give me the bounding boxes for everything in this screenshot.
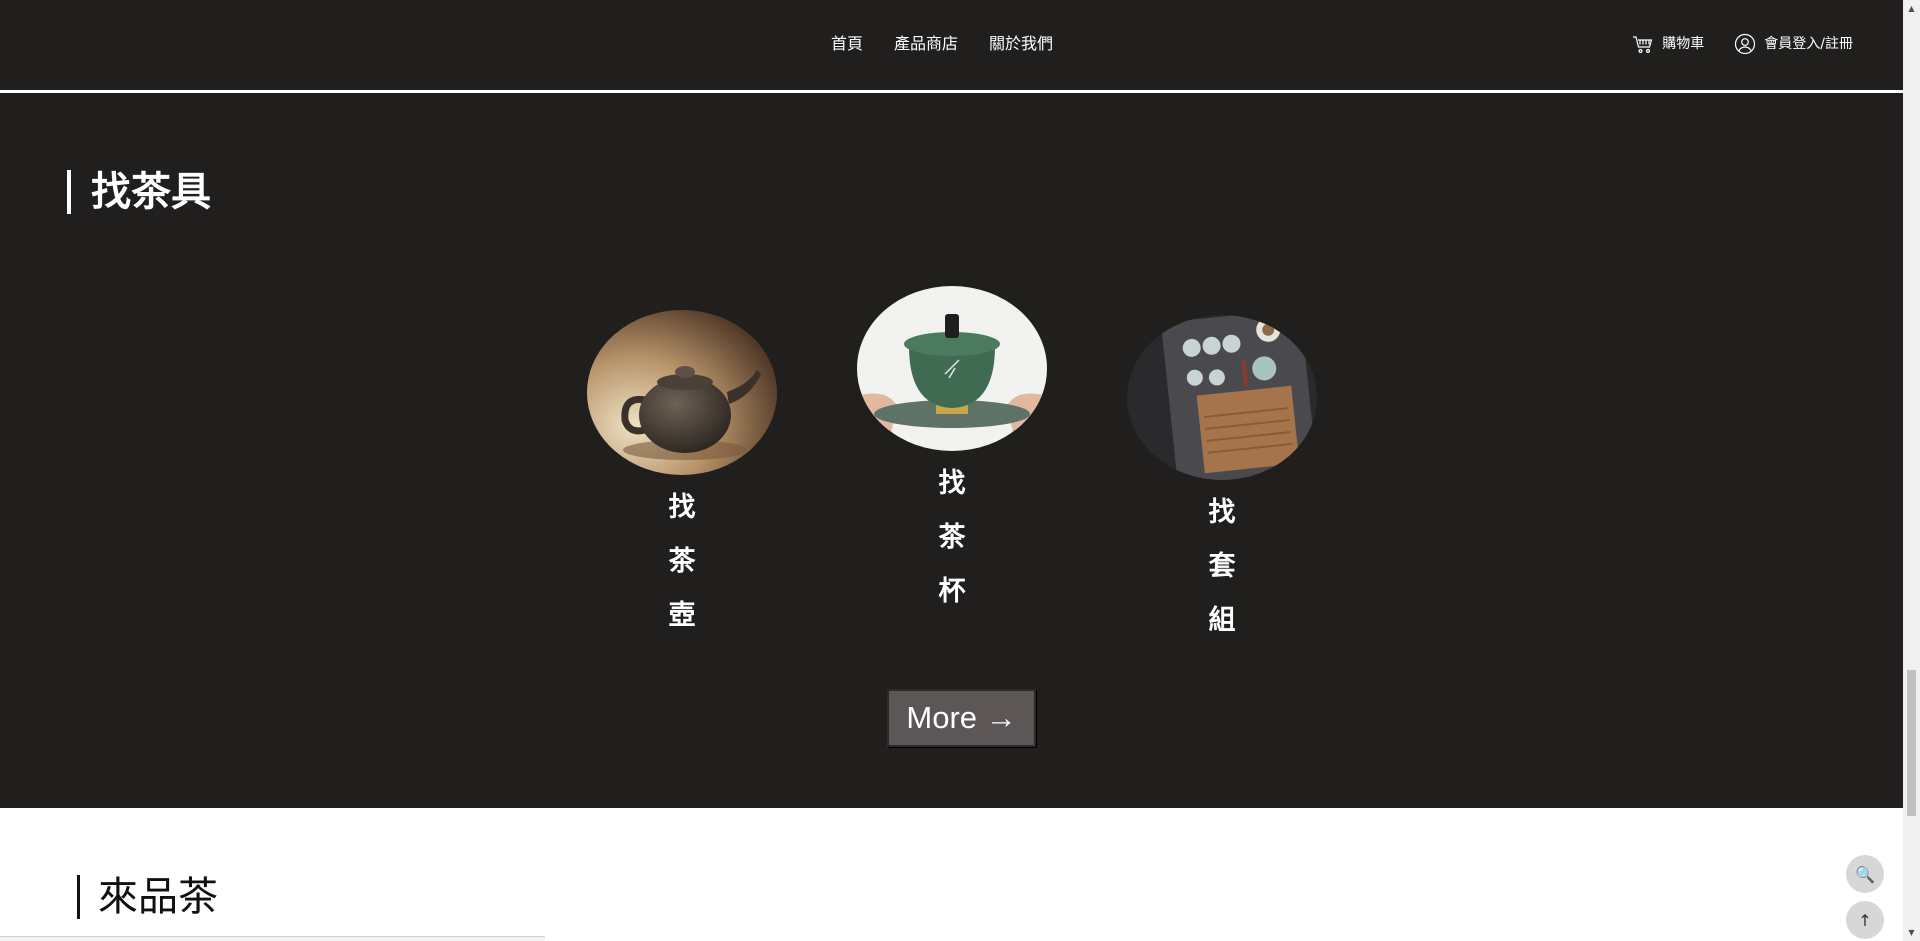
heading-accent-bar <box>67 170 71 214</box>
category-label[interactable]: 找茶杯 <box>937 457 967 619</box>
tea-section-heading: 來品茶 <box>77 875 218 919</box>
page-scrollbar[interactable]: ▲ ▼ <box>1903 0 1920 941</box>
tea-set-image[interactable] <box>1127 315 1317 480</box>
login-button[interactable]: 會員登入/註冊 <box>1734 33 1853 55</box>
section-title: 來品茶 <box>98 874 218 920</box>
cart-label: 購物車 <box>1662 36 1705 52</box>
main-nav: 首頁 產品商店 關於我們 <box>831 33 1053 55</box>
tea-tools-heading: 找茶具 <box>67 170 211 214</box>
scroll-up-arrow-icon[interactable]: ▲ <box>1903 0 1920 17</box>
category-tea-set[interactable]: 找套組 <box>1127 315 1317 648</box>
category-teapot[interactable]: 找茶壺 <box>587 310 777 643</box>
nav-home[interactable]: 首頁 <box>831 33 863 55</box>
login-label: 會員登入/註冊 <box>1764 36 1853 52</box>
arrow-up-icon: ↑ <box>1858 910 1872 930</box>
more-button[interactable]: More → <box>887 689 1036 747</box>
category-label[interactable]: 找茶壺 <box>667 481 697 643</box>
search-icon: 🔍 <box>1855 864 1875 884</box>
category-label[interactable]: 找套組 <box>1207 486 1237 648</box>
header-actions: 購物車 會員登入/註冊 <box>1632 33 1853 55</box>
search-float-button[interactable]: 🔍 <box>1846 855 1884 893</box>
site-header: 首頁 產品商店 關於我們 購物車 會員登入/註冊 <box>0 0 1903 90</box>
user-icon <box>1734 33 1756 55</box>
scroll-thumb[interactable] <box>1907 670 1916 816</box>
back-to-top-button[interactable]: ↑ <box>1846 901 1884 939</box>
teapot-image[interactable] <box>587 310 777 475</box>
heading-accent-bar <box>77 875 80 919</box>
section-title: 找茶具 <box>91 169 211 215</box>
nav-about[interactable]: 關於我們 <box>989 33 1053 55</box>
scroll-down-arrow-icon[interactable]: ▼ <box>1903 924 1920 941</box>
nav-shop[interactable]: 產品商店 <box>894 33 958 55</box>
teacup-image[interactable] <box>857 286 1047 451</box>
content-card-edge <box>0 936 545 941</box>
cart-button[interactable]: 購物車 <box>1632 33 1704 55</box>
category-teacup[interactable]: 找茶杯 <box>857 286 1047 619</box>
cart-icon <box>1632 33 1654 55</box>
